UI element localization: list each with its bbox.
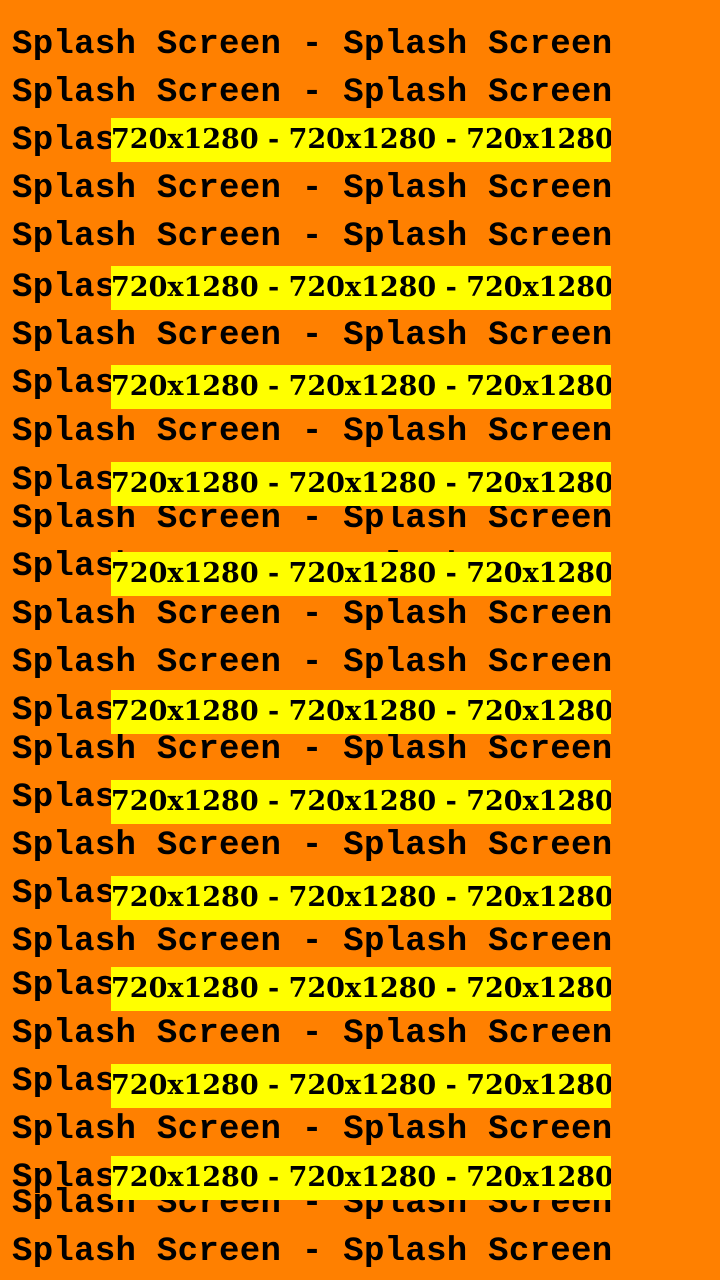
splash-pattern-row: Splash Screen - Splash Screen: [12, 1015, 613, 1053]
splash-pattern-row: Splash Screen - Splash Screen: [12, 827, 613, 865]
resolution-label: 720x1280 - 720x1280 - 720x1280: [111, 1156, 611, 1200]
resolution-label: 720x1280 - 720x1280 - 720x1280: [111, 552, 611, 596]
splash-pattern-row: Splash Screen - Splash Screen: [12, 596, 613, 634]
splash-screen: Splash Screen - Splash Screen Splash Scr…: [0, 0, 720, 1280]
resolution-label: 720x1280 - 720x1280 - 720x1280: [111, 1064, 611, 1108]
resolution-label: 720x1280 - 720x1280 - 720x1280: [111, 690, 611, 734]
splash-pattern-row: Splash Screen - Splash Screen: [12, 26, 613, 64]
resolution-label: 720x1280 - 720x1280 - 720x1280: [111, 365, 611, 409]
resolution-label: 720x1280 - 720x1280 - 720x1280: [111, 876, 611, 920]
resolution-label: 720x1280 - 720x1280 - 720x1280: [111, 780, 611, 824]
splash-pattern-row: Splash Screen - Splash Screen: [12, 731, 613, 769]
splash-pattern-row: Splash Screen - Splash Screen: [12, 644, 613, 682]
resolution-label: 720x1280 - 720x1280 - 720x1280: [111, 967, 611, 1011]
splash-pattern-row: Splash Screen - Splash Screen: [12, 74, 613, 112]
resolution-label: 720x1280 - 720x1280 - 720x1280: [111, 266, 611, 310]
splash-pattern-row: Splash Screen - Splash Screen: [12, 923, 613, 961]
resolution-label: 720x1280 - 720x1280 - 720x1280: [111, 462, 611, 506]
splash-pattern-row: Splash Screen - Splash Screen: [12, 218, 613, 256]
splash-pattern-row: Splash Screen - Splash Screen: [12, 170, 613, 208]
splash-pattern-row: Splash Screen - Splash Screen: [12, 1111, 613, 1149]
splash-pattern-row: Splash Screen - Splash Screen: [12, 317, 613, 355]
splash-pattern-row: Splash Screen - Splash Screen: [12, 413, 613, 451]
resolution-label: 720x1280 - 720x1280 - 720x1280: [111, 118, 611, 162]
splash-pattern-row: Splash Screen - Splash Screen: [12, 1233, 613, 1271]
